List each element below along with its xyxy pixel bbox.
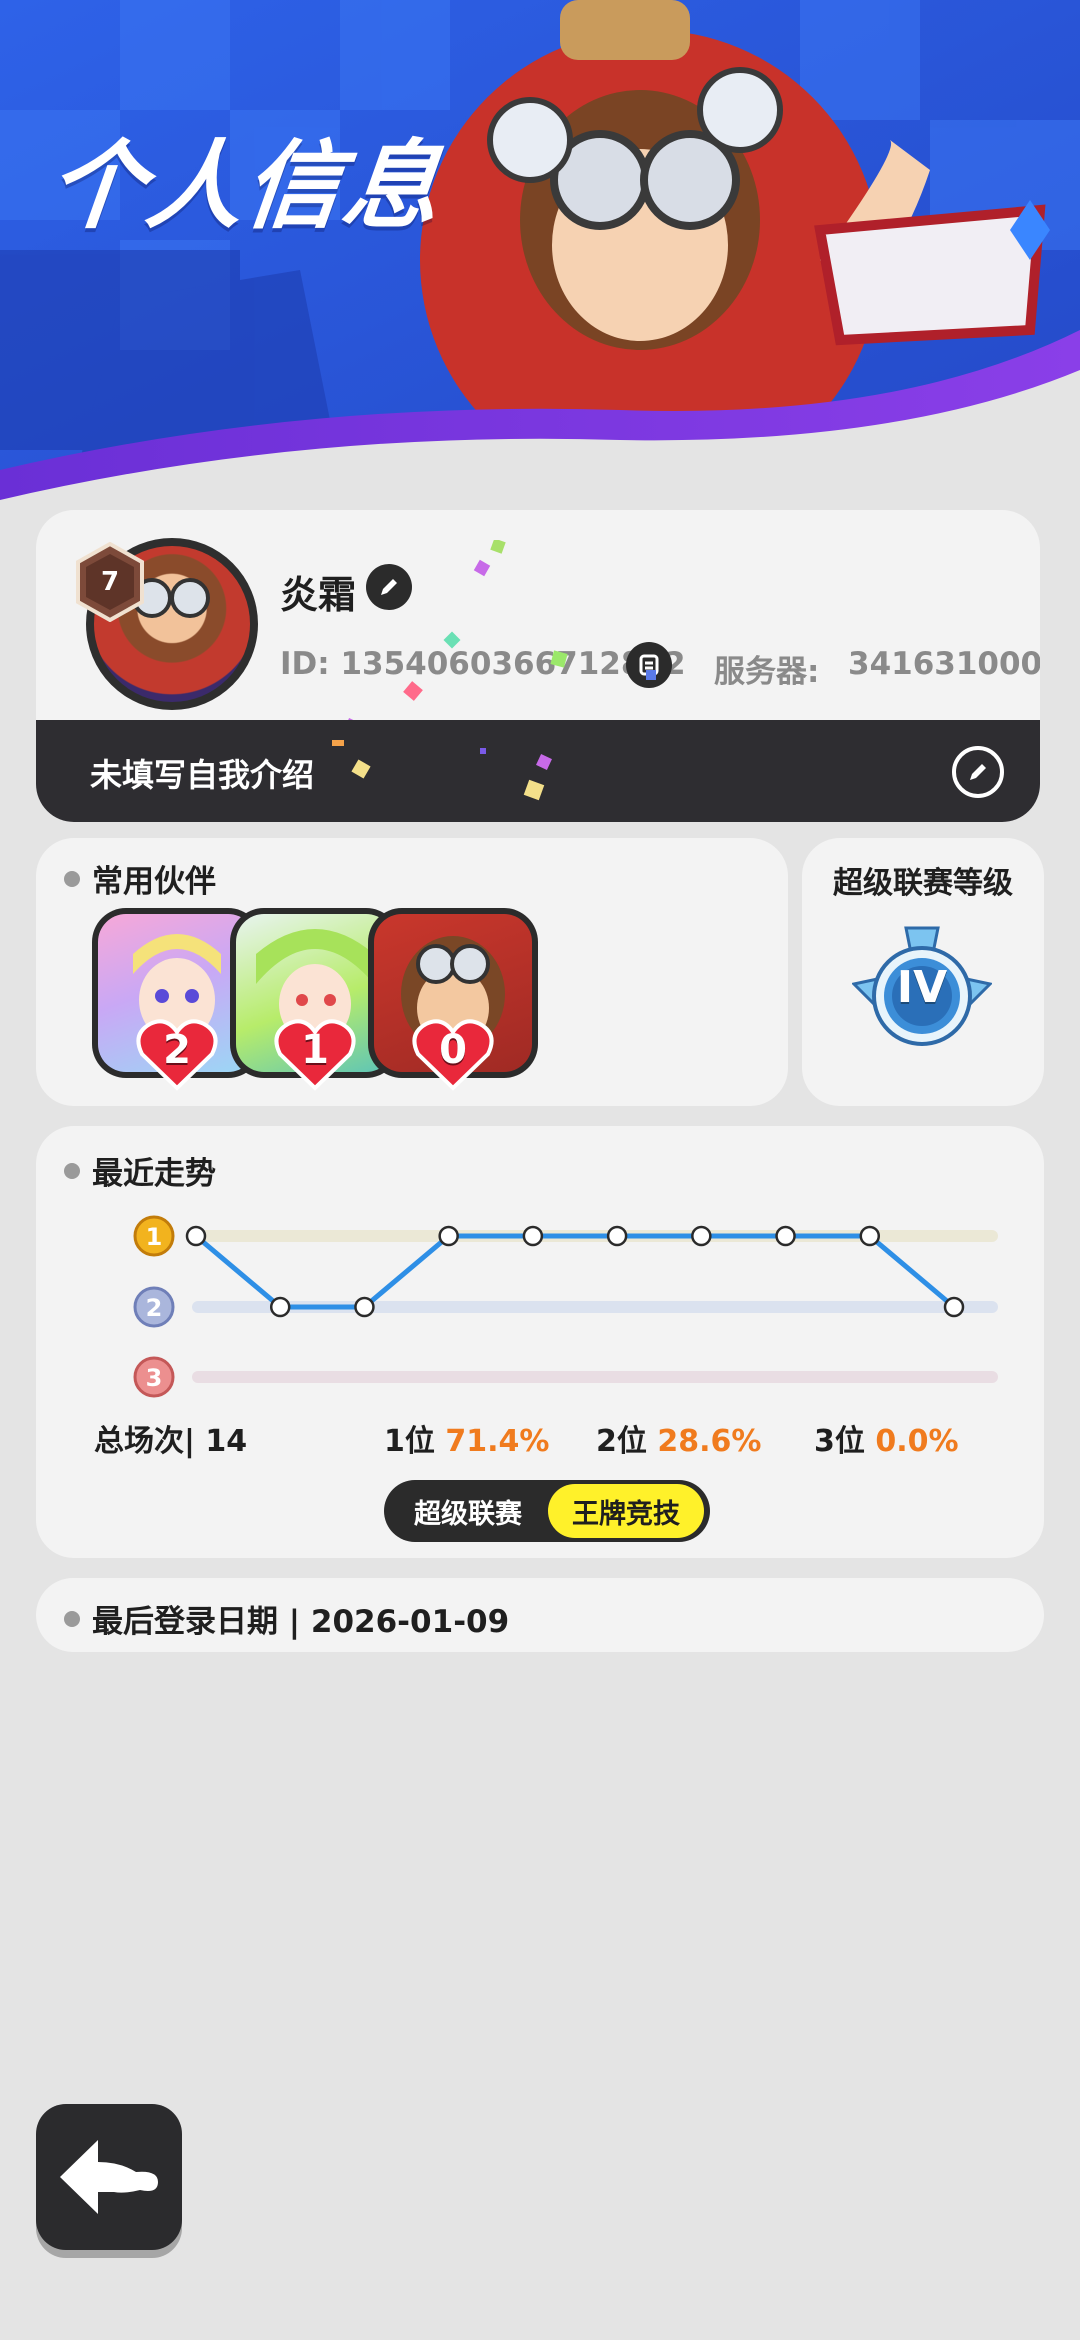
league-rank-card[interactable]: 超级联赛等级 IV <box>802 838 1044 1106</box>
trend-point <box>859 1225 881 1247</box>
level-number: 7 <box>100 567 120 597</box>
stat-first-pct: 71.4% <box>445 1424 550 1459</box>
trend-point <box>522 1225 544 1247</box>
stat-third-pct: 0.0% <box>875 1424 959 1459</box>
trend-point <box>943 1296 965 1318</box>
trend-point <box>775 1225 796 1247</box>
tab-ace-arena[interactable]: 王牌竞技 <box>548 1484 704 1538</box>
profile-card: 7 炎霜 ID: 1354060366712832 服务器: 341631000… <box>36 510 1040 822</box>
bullet-dot <box>64 1610 80 1627</box>
trend-line <box>194 1233 956 1310</box>
trend-chart: 1 2 3 <box>133 1215 998 1398</box>
stat-second-pct: 28.6% <box>657 1424 762 1459</box>
stat-second-label: 2位 <box>596 1424 647 1459</box>
partner-card[interactable]: 0 <box>368 908 538 1091</box>
back-button[interactable] <box>36 2104 182 2250</box>
pencil-icon <box>970 764 986 780</box>
trend-point <box>606 1225 628 1247</box>
page-title: 个人信息 <box>43 130 447 242</box>
last-login-text: 最后登录日期 | 2026-01-09 <box>92 1604 510 1640</box>
trend-point <box>269 1296 291 1318</box>
trend-point <box>354 1296 375 1318</box>
server-label: 服务器: <box>714 654 820 690</box>
trend-point <box>691 1225 712 1247</box>
tab-super-league[interactable]: 超级联赛 <box>390 1484 546 1538</box>
partners-heading: 常用伙伴 <box>64 856 216 901</box>
stat-first-label: 1位 <box>384 1424 435 1459</box>
bullet-dot <box>64 870 80 887</box>
rank-tier-badge: IV <box>850 924 994 1054</box>
stat-first: 1位 71.4% <box>384 1416 549 1460</box>
partner-count: 1 <box>301 1027 329 1073</box>
server-value: 3416310001 <box>848 646 1040 682</box>
recent-trend-card: 最近走势 123 总场次| 14 1位 71.4% 2位 28.6% 3位 0.… <box>36 1126 1044 1558</box>
heart-badge: 0 <box>412 1016 494 1092</box>
rank-badge-label: 3 <box>146 1364 163 1392</box>
trend-point <box>185 1225 207 1247</box>
stat-third-label: 3位 <box>814 1424 865 1459</box>
rank-badge-label: 1 <box>146 1223 163 1251</box>
trend-point <box>438 1225 459 1247</box>
stat-second: 2位 28.6% <box>596 1416 761 1460</box>
mode-toggle: 超级联赛 王牌竞技 <box>384 1480 710 1542</box>
heart-badge: 2 <box>136 1016 218 1092</box>
total-matches: 总场次| 14 <box>94 1424 248 1459</box>
stat-third: 3位 0.0% <box>814 1416 959 1460</box>
rank-tier-label: IV <box>896 962 948 1013</box>
partners-heading-label: 常用伙伴 <box>92 864 216 900</box>
confetti-decoration <box>332 740 552 801</box>
bio-bar[interactable]: 未填写自我介绍 <box>36 720 1040 822</box>
last-login: 最后登录日期 | 2026-01-09 <box>64 1596 509 1641</box>
header-banner: 个人信息 <box>0 0 1080 520</box>
back-arrow-icon <box>60 2140 158 2214</box>
last-login-card: 最后登录日期 | 2026-01-09 <box>36 1578 1044 1652</box>
rank-track-3 <box>192 1371 998 1383</box>
heart-badge: 1 <box>274 1016 356 1092</box>
rank-badge-label: 2 <box>146 1294 163 1322</box>
partner-count: 0 <box>439 1027 467 1073</box>
level-badge: 7 <box>74 542 146 622</box>
league-rank-title: 超级联赛等级 <box>833 866 1013 901</box>
edit-bio-button[interactable] <box>952 746 1004 798</box>
partner-count: 2 <box>163 1027 191 1073</box>
partners-card: 常用伙伴 2 1 0 <box>36 838 788 1106</box>
